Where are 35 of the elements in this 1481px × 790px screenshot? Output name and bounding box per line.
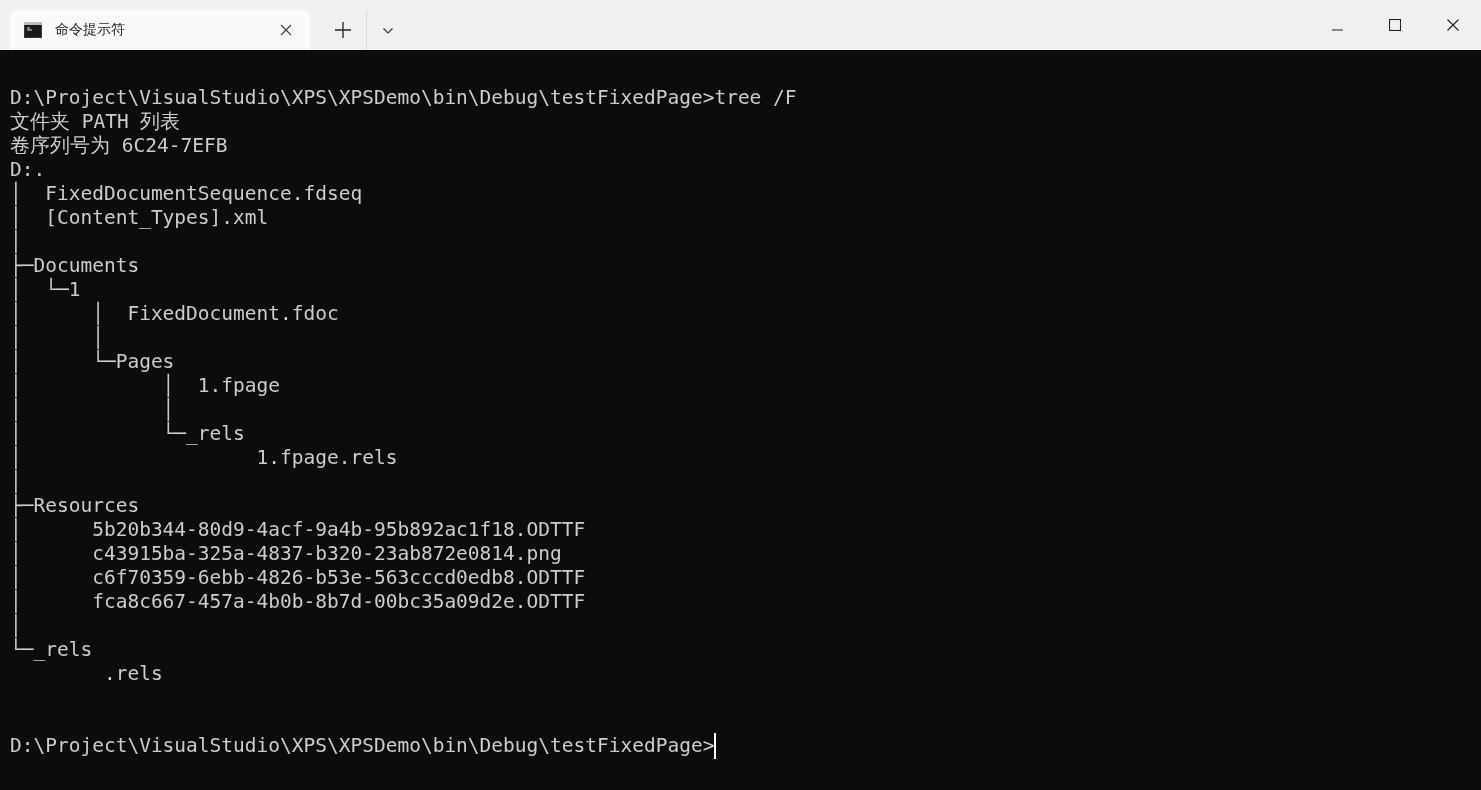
terminal-line: │ │ FixedDocument.fdoc (10, 302, 339, 325)
terminal-line: D:. (10, 158, 46, 181)
terminal-line: 文件夹 PATH 列表 (10, 110, 181, 134)
terminal-line: │ (10, 230, 22, 253)
terminal-line: D:\Project\VisualStudio\XPS\XPSDemo\bin\Debug\testFixedPage>tree /F (10, 86, 797, 110)
tab[interactable]: 命令提示符 (10, 10, 310, 50)
tab-title: 命令提示符 (55, 21, 126, 39)
terminal-line: └─_rels (10, 638, 93, 662)
command-prompt: D:\Project\VisualStudio\XPS\XPSDemo\bin\Debug\testFixedPage> (10, 734, 715, 758)
terminal-line: .rels (102, 662, 163, 686)
terminal-line: │ FixedDocumentSequence.fdseq (10, 182, 363, 205)
plus-icon[interactable] (335, 22, 351, 38)
terminal-line: │ (10, 614, 22, 637)
terminal-line: ├─Documents (10, 254, 140, 277)
terminal-line: │ (10, 470, 22, 493)
maximize-icon[interactable] (1389, 19, 1401, 31)
terminal-line: │ └─Pages (10, 350, 175, 373)
terminal-line: 卷序列号为 6C24-7EFB (10, 134, 228, 158)
terminal-line: ├─Resources (10, 494, 140, 517)
close-icon[interactable] (280, 24, 292, 36)
terminal-line: │ │ (10, 398, 175, 421)
terminal-line: │ [Content_Types].xml (10, 206, 269, 229)
terminal-line: │ └─1 (10, 278, 81, 301)
terminal-line: │ │ (10, 326, 104, 349)
close-icon[interactable] (1447, 19, 1459, 31)
terminal-line: │ c43915ba-325a-4837-b320-23ab872e0814.png (10, 542, 562, 565)
terminal-line: │ fca8c667-457a-4b0b-8b7d-00bc35a09d2e.ODTTF (10, 590, 586, 613)
terminal-line: │ 1.fpage.rels (10, 446, 398, 469)
chevron-down-icon[interactable] (383, 28, 393, 34)
terminal-line: │ 5b20b344-80d9-4acf-9a4b-95b892ac1f18.ODTTF (10, 518, 586, 541)
terminal-line: │ └─_rels (10, 422, 245, 445)
terminal-icon (24, 22, 42, 38)
text-cursor (714, 733, 717, 759)
terminal-line: │ c6f70359-6ebb-4826-b53e-563cccd0edb8.ODTTF (10, 566, 586, 589)
terminal-line: │ │ 1.fpage (10, 374, 281, 397)
